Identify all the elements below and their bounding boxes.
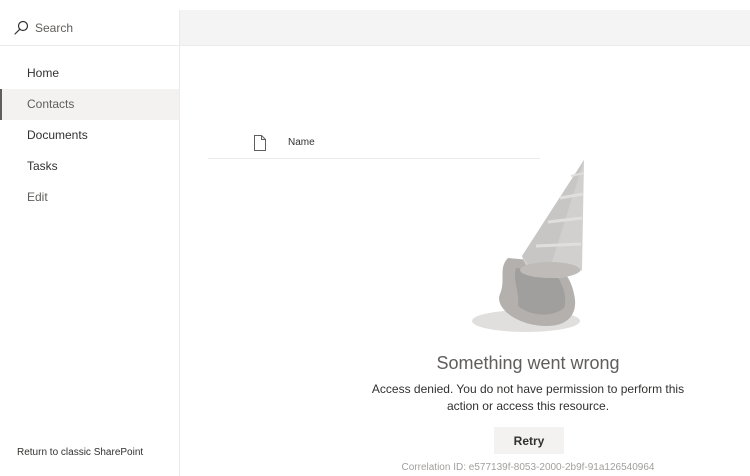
return-to-classic-link[interactable]: Return to classic SharePoint bbox=[17, 447, 143, 458]
nav-item-contacts[interactable]: Contacts bbox=[0, 89, 179, 120]
error-title: Something went wrong bbox=[436, 353, 620, 373]
search-box[interactable] bbox=[0, 10, 179, 46]
file-icon[interactable] bbox=[253, 135, 267, 151]
nav-item-label: Edit bbox=[27, 190, 48, 204]
error-illustration bbox=[472, 160, 585, 332]
error-message: Access denied. You do not have permissio… bbox=[371, 382, 685, 413]
search-icon bbox=[14, 20, 29, 35]
correlation-id: Correlation ID: e577139f-8053-2000-2b9f-… bbox=[401, 462, 655, 473]
nav-links: Home Contacts Documents Tasks Edit bbox=[0, 58, 179, 213]
nav-item-label: Home bbox=[27, 66, 60, 80]
nav-item-home[interactable]: Home bbox=[0, 58, 179, 89]
retry-button[interactable]: Retry bbox=[494, 427, 564, 454]
nav-item-documents[interactable]: Documents bbox=[0, 120, 179, 151]
command-bar bbox=[180, 10, 750, 46]
column-header-name[interactable]: Name bbox=[288, 137, 315, 148]
app-root: Home Contacts Documents Tasks Edit Retur… bbox=[0, 0, 750, 476]
nav-item-label: Documents bbox=[27, 128, 88, 142]
top-strip bbox=[0, 0, 750, 10]
search-input[interactable] bbox=[35, 18, 165, 38]
nav-item-label: Contacts bbox=[27, 97, 75, 111]
nav-item-tasks[interactable]: Tasks bbox=[0, 151, 179, 182]
list-header: Name bbox=[208, 131, 540, 159]
nav-item-edit[interactable]: Edit bbox=[0, 182, 179, 213]
left-navigation: Home Contacts Documents Tasks Edit Retur… bbox=[0, 10, 180, 476]
nav-item-label: Tasks bbox=[27, 159, 58, 173]
